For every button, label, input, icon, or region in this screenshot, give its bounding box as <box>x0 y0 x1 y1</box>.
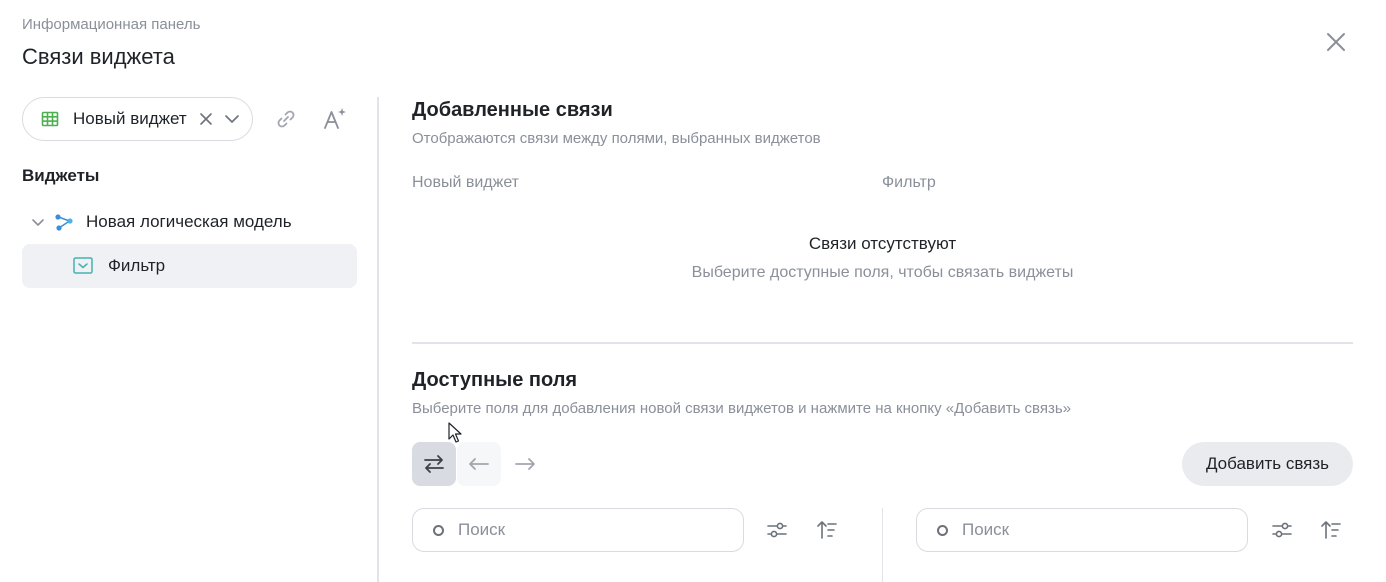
sort-icon <box>817 521 837 539</box>
close-button[interactable] <box>1322 28 1350 56</box>
search-icon <box>433 524 444 536</box>
clear-icon[interactable] <box>198 111 214 127</box>
link-button[interactable] <box>274 107 298 131</box>
table-icon <box>41 110 59 128</box>
widgets-section-title: Виджеты <box>22 166 100 185</box>
added-links-title: Добавленные связи <box>412 99 613 121</box>
search-input-right[interactable] <box>962 520 1222 540</box>
filter-settings-button-right[interactable] <box>1270 518 1294 542</box>
settings-sliders-icon <box>767 522 787 538</box>
arrow-right-icon <box>515 458 535 470</box>
available-fields-title: Доступные поля <box>412 369 578 391</box>
available-fields-subtitle: Выберите поля для добавления новой связи… <box>412 400 1072 417</box>
chevron-down-icon[interactable] <box>224 111 240 127</box>
search-input-left[interactable] <box>458 520 718 540</box>
logical-model-icon <box>54 212 74 232</box>
breadcrumb: Информационная панель <box>22 16 201 33</box>
direction-right-button[interactable] <box>503 442 547 486</box>
sort-button-left[interactable] <box>815 518 839 542</box>
widget-select-value: Новый виджет <box>73 109 187 128</box>
column-header-left: Новый виджет <box>412 174 520 191</box>
tree-item-model[interactable]: Новая логическая модель <box>22 204 357 240</box>
vertical-divider-bottom <box>882 508 883 582</box>
filter-widget-icon <box>72 256 94 276</box>
page-title: Связи виджета <box>22 44 175 69</box>
close-icon <box>1327 33 1345 51</box>
tree-item-filter-label: Фильтр <box>108 256 166 275</box>
widget-select[interactable]: Новый виджет <box>22 97 253 141</box>
section-divider <box>412 342 1353 344</box>
direction-left-button[interactable] <box>457 442 501 486</box>
added-links-subtitle: Отображаются связи между полями, выбранн… <box>412 130 821 147</box>
chevron-down-icon[interactable] <box>30 214 46 230</box>
filter-settings-button-left[interactable] <box>765 518 789 542</box>
direction-both-button[interactable] <box>412 442 456 486</box>
arrow-left-icon <box>469 458 489 470</box>
search-field-right[interactable] <box>916 508 1248 552</box>
link-icon <box>277 110 295 128</box>
search-field-left[interactable] <box>412 508 744 552</box>
vertical-divider <box>377 97 379 582</box>
settings-sliders-icon <box>1272 522 1292 538</box>
empty-state-subtitle: Выберите доступные поля, чтобы связать в… <box>691 264 1074 281</box>
both-directions-icon <box>424 455 444 473</box>
add-link-button[interactable]: Добавить связь <box>1182 442 1353 486</box>
mouse-cursor-icon <box>448 422 462 443</box>
column-header-right: Фильтр <box>882 174 936 191</box>
ai-button[interactable] <box>322 106 348 132</box>
sort-button-right[interactable] <box>1319 518 1343 542</box>
ai-text-icon <box>324 108 346 129</box>
sort-icon <box>1321 521 1341 539</box>
search-icon <box>937 524 948 536</box>
empty-state-title: Связи отсутствуют <box>808 234 957 253</box>
tree-item-filter[interactable]: Фильтр <box>22 244 357 288</box>
tree-item-model-label: Новая логическая модель <box>86 212 292 231</box>
